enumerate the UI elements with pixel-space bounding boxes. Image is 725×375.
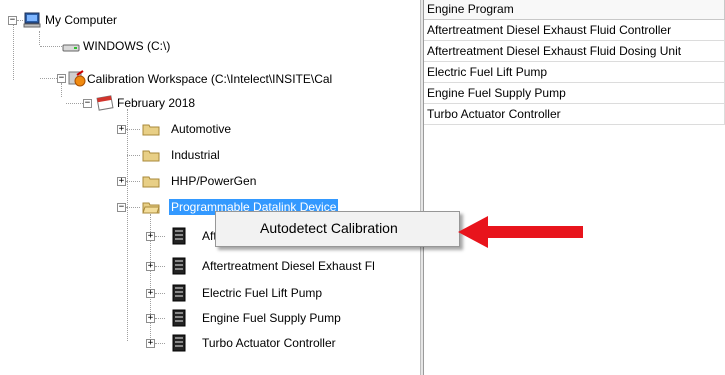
folder-icon	[142, 174, 160, 190]
tree-connector	[40, 78, 57, 79]
expand-toggle[interactable]: +	[146, 262, 155, 271]
list-item[interactable]: Turbo Actuator Controller	[424, 104, 725, 125]
tree-connector	[126, 181, 140, 182]
module-icon	[171, 227, 189, 245]
tree-item-industrial[interactable]: Industrial	[169, 147, 222, 163]
tree-view[interactable]: − My Computer WINDOWS (C:\) − Calibratio…	[0, 0, 421, 375]
module-icon	[171, 257, 189, 275]
module-icon	[171, 334, 189, 352]
tree-connector	[127, 109, 128, 341]
list-item[interactable]: Aftertreatment Diesel Exhaust Fluid Dosi…	[424, 41, 725, 62]
folder-open-icon	[142, 200, 160, 216]
expand-toggle[interactable]: +	[146, 289, 155, 298]
folder-icon	[142, 148, 160, 164]
expand-toggle[interactable]: +	[117, 177, 126, 186]
column-header-engine-program[interactable]: Engine Program	[424, 0, 725, 20]
computer-icon	[23, 12, 41, 28]
tree-connector	[126, 207, 140, 208]
tree-connector	[13, 25, 14, 80]
module-icon	[171, 309, 189, 327]
calendar-icon	[96, 94, 114, 111]
tree-connector	[126, 129, 140, 130]
tree-item-windows-drive[interactable]: WINDOWS (C:\)	[81, 38, 172, 54]
list-item[interactable]: Electric Fuel Lift Pump	[424, 62, 725, 83]
tree-connector	[155, 236, 165, 237]
tree-item-turbo-actuator-controller[interactable]: Turbo Actuator Controller	[200, 335, 338, 351]
folder-icon	[142, 122, 160, 138]
list-item[interactable]: Aftertreatment Diesel Exhaust Fluid Cont…	[424, 20, 725, 41]
tree-connector	[66, 103, 83, 104]
tree-item-adef-dosing-unit[interactable]: Aftertreatment Diesel Exhaust Fl	[200, 258, 377, 274]
tree-connector	[155, 293, 165, 294]
module-icon	[171, 284, 189, 302]
tree-connector	[155, 266, 165, 267]
tree-item-engine-fuel-supply-pump[interactable]: Engine Fuel Supply Pump	[200, 310, 343, 326]
expand-toggle[interactable]: +	[146, 339, 155, 348]
expand-toggle[interactable]: +	[146, 232, 155, 241]
collapse-toggle[interactable]: −	[83, 99, 92, 108]
expand-toggle[interactable]: +	[117, 125, 126, 134]
tree-connector	[39, 31, 40, 45]
menu-item-autodetect-calibration[interactable]: Autodetect Calibration	[220, 216, 455, 240]
tree-item-electric-fuel-lift-pump[interactable]: Electric Fuel Lift Pump	[200, 285, 324, 301]
tree-connector	[40, 46, 62, 47]
engine-program-list[interactable]: Engine Program Aftertreatment Diesel Exh…	[424, 0, 725, 375]
tree-connector	[61, 83, 62, 97]
collapse-toggle[interactable]: −	[57, 74, 66, 83]
expand-toggle[interactable]: +	[146, 314, 155, 323]
tree-item-february-2018[interactable]: February 2018	[115, 95, 197, 111]
red-arrow-pointer-icon	[458, 216, 583, 248]
tree-connector	[127, 155, 140, 156]
tree-connector	[155, 318, 165, 319]
tree-item-calibration-workspace[interactable]: Calibration Workspace (C:\Intelect\INSIT…	[85, 71, 334, 87]
drive-icon	[62, 40, 80, 56]
list-item[interactable]: Engine Fuel Supply Pump	[424, 83, 725, 104]
context-menu: Autodetect Calibration	[215, 211, 460, 247]
collapse-toggle[interactable]: −	[8, 16, 17, 25]
collapse-toggle[interactable]: −	[117, 203, 126, 212]
tree-item-hhp-powergen[interactable]: HHP/PowerGen	[169, 173, 258, 189]
tree-connector	[155, 343, 165, 344]
tree-item-my-computer[interactable]: My Computer	[43, 12, 119, 28]
workspace-icon	[68, 69, 86, 87]
tree-item-automotive[interactable]: Automotive	[169, 121, 233, 137]
